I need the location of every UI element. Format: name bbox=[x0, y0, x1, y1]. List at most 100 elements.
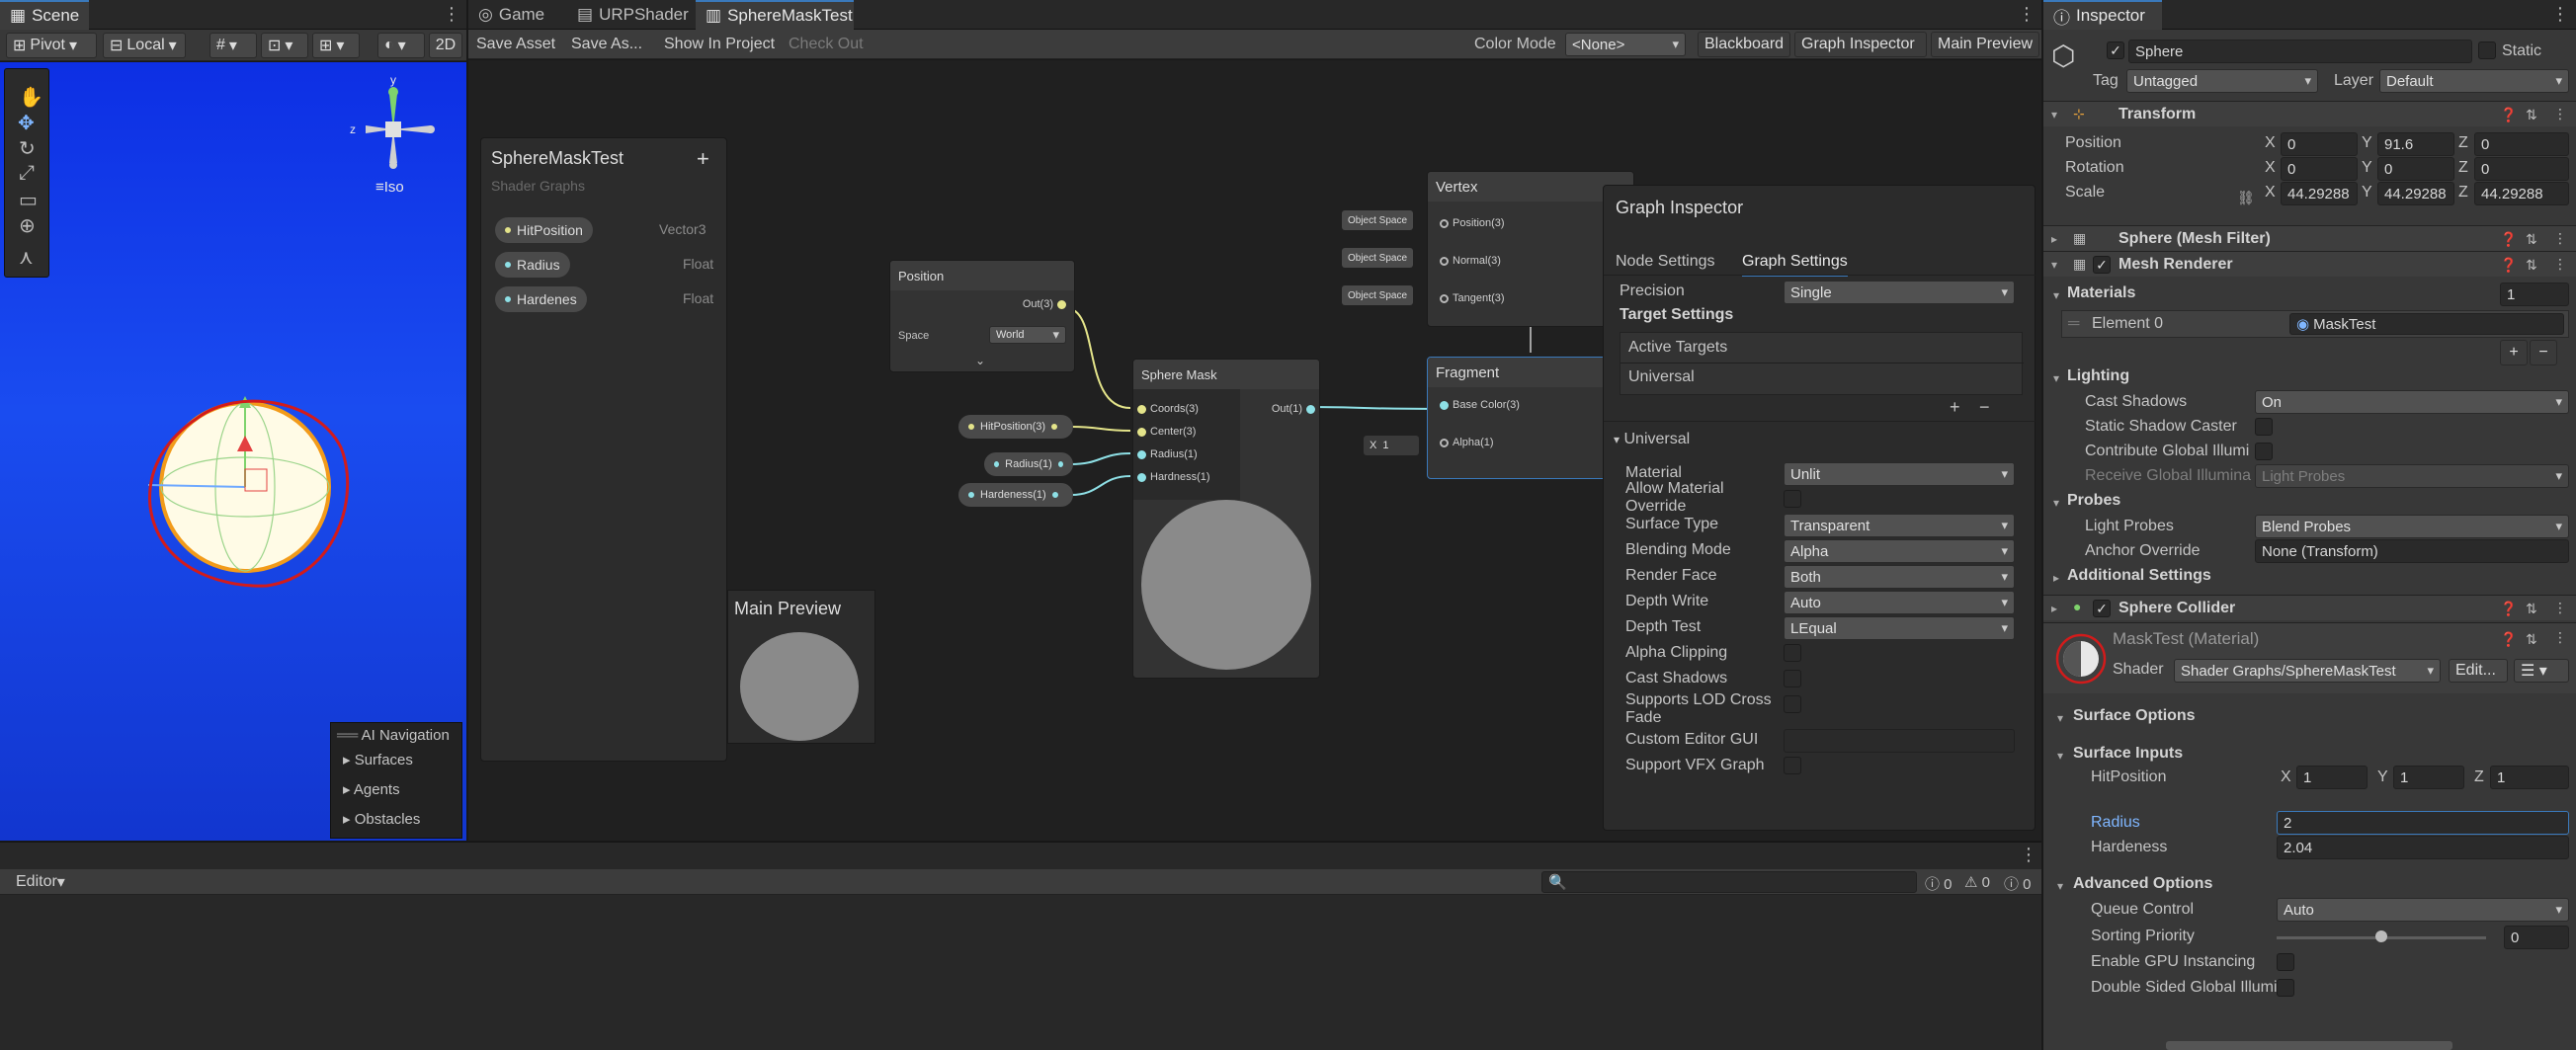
radius-input[interactable]: 2 bbox=[2277, 811, 2569, 835]
scene-menu-icon[interactable]: ⋮ bbox=[443, 4, 460, 25]
universal-section[interactable]: ▾ Universal bbox=[1614, 431, 1690, 448]
transform-rotation-x-input[interactable]: 0 bbox=[2281, 157, 2358, 181]
vertex-tangent-port[interactable]: Tangent(3) bbox=[1440, 292, 1505, 304]
blackboard-toggle[interactable]: Blackboard bbox=[1698, 32, 1790, 57]
position-space-dropdown[interactable]: World bbox=[989, 326, 1066, 344]
help-icon[interactable]: ❓ bbox=[2500, 601, 2517, 617]
sorting-priority-slider-handle[interactable] bbox=[2375, 930, 2387, 942]
component-menu-icon[interactable]: ⋮ bbox=[2553, 256, 2567, 273]
transform-rotation-z-input[interactable]: 0 bbox=[2474, 157, 2569, 181]
rect-tool-icon[interactable]: ▭ bbox=[19, 188, 38, 212]
vertex-position-space[interactable]: Object Space bbox=[1342, 210, 1414, 230]
rotate-tool-icon[interactable]: ↻ bbox=[19, 136, 36, 161]
tab-node-settings[interactable]: Node Settings bbox=[1616, 253, 1715, 271]
main-preview-sphere[interactable] bbox=[740, 632, 859, 741]
prop-node-hitposition[interactable]: HitPosition(3) bbox=[958, 415, 1073, 439]
transform-position-z-input[interactable]: 0 bbox=[2474, 132, 2569, 156]
editor-dropdown[interactable]: Editor ▾ bbox=[10, 869, 71, 895]
layer-dropdown[interactable]: Default bbox=[2379, 69, 2569, 93]
tab-spheremasktest[interactable]: ▥ SphereMaskTest bbox=[696, 0, 854, 30]
vertex-normal-space[interactable]: Object Space bbox=[1342, 248, 1414, 268]
sphere-mask-node[interactable]: Sphere Mask Coords(3) Center(3) Radius(1… bbox=[1132, 359, 1320, 679]
tab-urpshader[interactable]: ▤ URPShader bbox=[567, 0, 696, 30]
fragment-basecolor-port[interactable]: Base Color(3) bbox=[1440, 399, 1520, 411]
hitposition-z-input[interactable]: 1 bbox=[2490, 766, 2569, 789]
gi-row-checkbox[interactable] bbox=[1784, 490, 1801, 508]
save-as-button[interactable]: Save As... bbox=[565, 32, 648, 57]
gi-row-dropdown[interactable]: Auto bbox=[1784, 591, 2015, 614]
iso-label[interactable]: ≡Iso bbox=[375, 179, 404, 196]
hand-tool-icon[interactable]: ✋ bbox=[19, 85, 43, 110]
draw-mode-button[interactable]: ◐ ▾ bbox=[377, 33, 425, 58]
preset-icon[interactable]: ⇅ bbox=[2526, 631, 2537, 648]
help-icon[interactable]: ❓ bbox=[2500, 231, 2517, 248]
graph-canvas[interactable]: SphereMaskTest Shader Graphs + HitPositi… bbox=[468, 60, 2041, 841]
lighting-section[interactable]: Lighting bbox=[2067, 367, 2129, 385]
constrain-proportions-icon[interactable]: ⛓ bbox=[2237, 190, 2255, 206]
gi-row-dropdown[interactable]: Unlit bbox=[1784, 462, 2015, 486]
position-collapse-icon[interactable]: ⌄ bbox=[975, 354, 985, 367]
contribute-gi-checkbox[interactable] bbox=[2255, 443, 2273, 460]
mesh-filter-header[interactable]: ▸ ▦ Sphere (Mesh Filter) ❓ ⇅ ⋮ bbox=[2043, 225, 2576, 251]
console-error-count[interactable]: ⓘ 0 bbox=[2004, 873, 2032, 894]
remove-target-button[interactable]: − bbox=[1979, 397, 1990, 418]
scale-tool-icon[interactable]: ⤢ bbox=[19, 162, 35, 185]
preset-icon[interactable]: ⇅ bbox=[2526, 107, 2537, 123]
static-checkbox[interactable] bbox=[2478, 41, 2496, 59]
tab-inspector[interactable]: ⓘ Inspector bbox=[2043, 0, 2162, 30]
console-log-count[interactable]: ⓘ 0 bbox=[1925, 873, 1953, 894]
help-icon[interactable]: ❓ bbox=[2500, 257, 2517, 274]
align-button[interactable]: ⊞ ▾ bbox=[312, 33, 360, 58]
component-menu-icon[interactable]: ⋮ bbox=[2553, 230, 2567, 247]
tab-game[interactable]: ◎ Game bbox=[468, 0, 567, 30]
prop-node-radius[interactable]: Radius(1) bbox=[984, 452, 1073, 476]
light-probes-dropdown[interactable]: Blend Probes bbox=[2255, 515, 2569, 538]
precision-dropdown[interactable]: Single bbox=[1784, 281, 2015, 304]
move-tool-icon[interactable]: ✥ bbox=[18, 111, 35, 135]
cast-shadows-dropdown[interactable]: On bbox=[2255, 390, 2569, 414]
local-dropdown[interactable]: ⊟ Local ▾ bbox=[103, 33, 186, 58]
help-icon[interactable]: ❓ bbox=[2500, 631, 2517, 648]
gi-row-dropdown[interactable]: LEqual bbox=[1784, 616, 2015, 640]
2d-toggle[interactable]: 2D bbox=[429, 33, 462, 58]
console-menu-icon[interactable]: ⋮ bbox=[2020, 845, 2037, 865]
transform-header[interactable]: ▾ ⊹ Transform ❓ ⇅ ⋮ bbox=[2043, 101, 2576, 126]
blackboard-add-button[interactable]: + bbox=[697, 146, 709, 172]
sphere-mask-hardness-port[interactable]: Hardness(1) bbox=[1137, 471, 1210, 483]
fragment-alpha-input[interactable]: X1 bbox=[1364, 436, 1419, 455]
gi-row-checkbox[interactable] bbox=[1784, 757, 1801, 774]
sphere-collider-header[interactable]: ▸ ● ✓ Sphere Collider ❓ ⇅ ⋮ bbox=[2043, 595, 2576, 620]
preset-icon[interactable]: ⇅ bbox=[2526, 601, 2537, 617]
transform-scale-z-input[interactable]: 44.29288 bbox=[2474, 182, 2569, 205]
probes-section[interactable]: Probes bbox=[2067, 492, 2120, 510]
gi-row-checkbox[interactable] bbox=[1784, 670, 1801, 687]
sphere-mask-coords-port[interactable]: Coords(3) bbox=[1137, 403, 1199, 415]
hitposition-y-input[interactable]: 1 bbox=[2393, 766, 2464, 789]
ai-nav-item-agents[interactable]: ▸ Agents bbox=[343, 780, 400, 798]
gi-row-checkbox[interactable] bbox=[1784, 695, 1801, 713]
position-node[interactable]: Position Out(3) Space World ⌄ bbox=[889, 260, 1075, 372]
anchor-override-field[interactable]: None (Transform) bbox=[2255, 539, 2569, 563]
hardeness-input[interactable]: 2.04 bbox=[2277, 836, 2569, 859]
ai-nav-item-surfaces[interactable]: ▸ Surfaces bbox=[343, 751, 413, 768]
prop-node-hardeness[interactable]: Hardeness(1) bbox=[958, 483, 1073, 507]
transform-scale-y-input[interactable]: 44.29288 bbox=[2377, 182, 2454, 205]
sorting-priority-input[interactable]: 0 bbox=[2504, 926, 2569, 949]
sphere-mask-radius-port[interactable]: Radius(1) bbox=[1137, 448, 1198, 460]
sphere-collider-enabled-checkbox[interactable]: ✓ bbox=[2093, 600, 2111, 617]
transform-tool-icon[interactable]: ⊕ bbox=[19, 213, 36, 238]
materials-label[interactable]: Materials bbox=[2067, 284, 2135, 302]
sphere-object[interactable] bbox=[128, 378, 366, 596]
surface-inputs-section[interactable]: Surface Inputs bbox=[2073, 745, 2183, 763]
grid-snap-button[interactable]: # ▾ bbox=[209, 33, 257, 58]
preset-icon[interactable]: ⇅ bbox=[2526, 257, 2537, 274]
center-menu-icon[interactable]: ⋮ bbox=[2018, 4, 2036, 25]
color-mode-dropdown[interactable]: <None> bbox=[1565, 33, 1686, 56]
tab-graph-settings[interactable]: Graph Settings bbox=[1742, 253, 1848, 277]
graph-inspector-toggle[interactable]: Graph Inspector bbox=[1794, 32, 1927, 57]
increment-snap-button[interactable]: ⊡ ▾ bbox=[261, 33, 308, 58]
position-out-port[interactable]: Out(3) bbox=[1023, 298, 1066, 310]
tab-scene[interactable]: ▦ Scene bbox=[0, 0, 89, 30]
vertex-tangent-space[interactable]: Object Space bbox=[1342, 285, 1414, 305]
transform-scale-x-input[interactable]: 44.29288 bbox=[2281, 182, 2358, 205]
